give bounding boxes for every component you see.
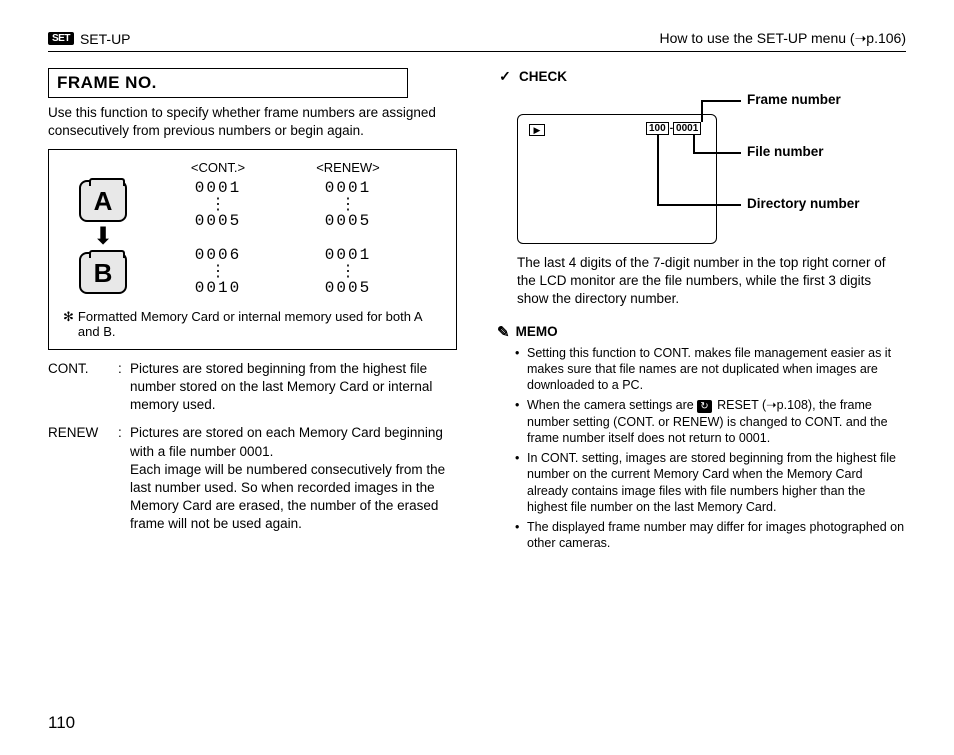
definition-row: RENEW : Pictures are stored on each Memo… [48, 424, 457, 533]
check-icon: ✓ [497, 68, 513, 84]
check-label: CHECK [519, 69, 567, 84]
num-value: 0005 [325, 212, 371, 230]
page-header: SET SET-UP How to use the SET-UP menu (➝… [48, 30, 906, 52]
num-value: 0010 [195, 279, 241, 297]
section-intro: Use this function to specify whether fra… [48, 104, 457, 139]
dots-icon: ⋮ [210, 199, 226, 212]
set-icon: SET [48, 32, 74, 45]
definition-row: CONT. : Pictures are stored beginning fr… [48, 360, 457, 415]
reset-icon: ↻ [697, 400, 711, 413]
num-value: 0001 [195, 179, 241, 197]
header-reference: How to use the SET-UP menu (➝p.106) [660, 30, 906, 47]
num-value: 0005 [195, 212, 241, 230]
memo-list: Setting this function to CONT. makes fil… [497, 345, 906, 552]
dots-icon: ⋮ [340, 266, 356, 279]
file-digits: 0001 [673, 122, 701, 135]
card-b-badge: B [79, 252, 127, 294]
cont-header: <CONT.> [191, 160, 245, 175]
def-term: CONT. [48, 360, 118, 415]
play-icon: ▶ [529, 124, 545, 136]
arrow-down-icon: ⬇ [93, 230, 113, 244]
lcd-description: The last 4 digits of the 7-digit number … [517, 254, 906, 309]
memo-item: The displayed frame number may differ fo… [515, 519, 906, 552]
card-a-badge: A [79, 180, 127, 222]
page-number: 110 [48, 713, 75, 733]
memo-item: In CONT. setting, images are stored begi… [515, 450, 906, 515]
setup-label: SET-UP [80, 31, 131, 47]
diagram-footnote: Formatted Memory Card or internal memory… [78, 309, 442, 339]
num-value: 0006 [195, 246, 241, 264]
lcd-diagram: ▶ 100-0001 Frame number File number Dire… [517, 94, 906, 244]
num-value: 0001 [325, 179, 371, 197]
callout-directory-number: Directory number [747, 196, 860, 211]
memo-item: Setting this function to CONT. makes fil… [515, 345, 906, 394]
memo-icon: ✎ [497, 323, 510, 341]
callout-frame-number: Frame number [747, 92, 841, 107]
footnote-star-icon: ✻ [63, 309, 74, 339]
def-body: Pictures are stored beginning from the h… [130, 360, 457, 415]
def-term: RENEW [48, 424, 118, 533]
num-value: 0001 [325, 246, 371, 264]
num-value: 0005 [325, 279, 371, 297]
memo-label: MEMO [516, 324, 558, 339]
section-title: FRAME NO. [48, 68, 408, 98]
callout-file-number: File number [747, 144, 824, 159]
def-body: Pictures are stored on each Memory Card … [130, 424, 457, 533]
frame-number-diagram: A ⬇ B <CONT.> 0001 ⋮ 0005 0006 ⋮ 0010 [48, 149, 457, 350]
dots-icon: ⋮ [210, 266, 226, 279]
memo-item: When the camera settings are ↻ RESET (➝p… [515, 397, 906, 446]
renew-header: <RENEW> [316, 160, 380, 175]
dots-icon: ⋮ [340, 199, 356, 212]
